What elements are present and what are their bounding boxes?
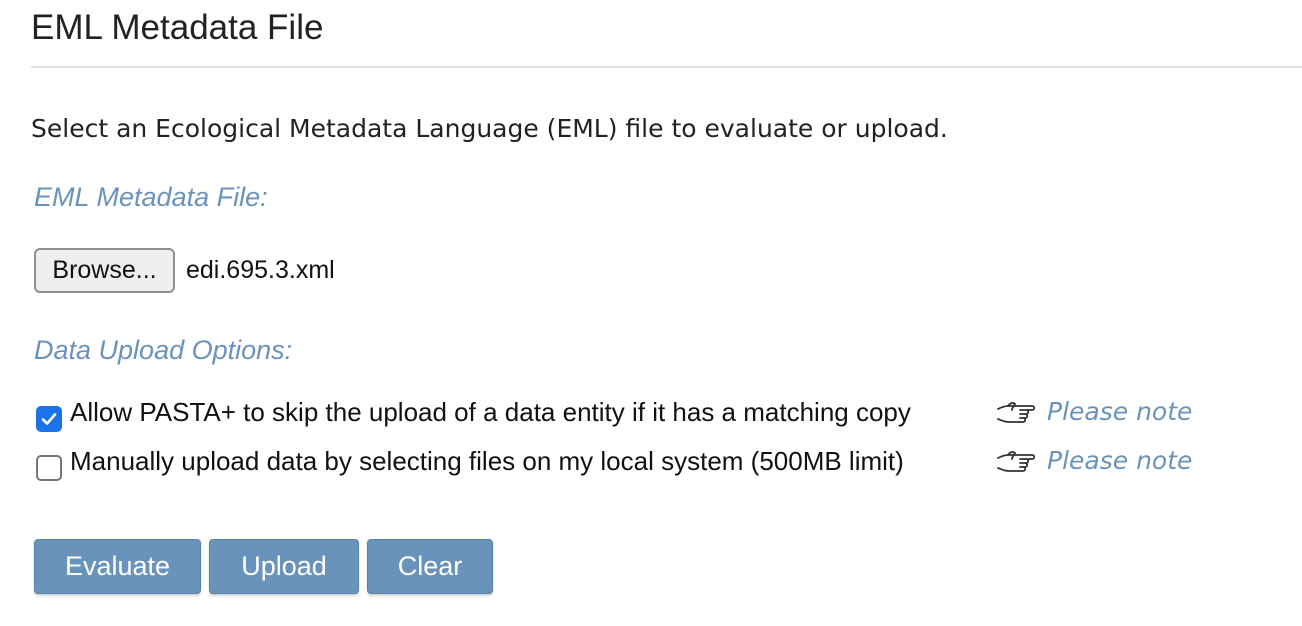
checkmark-icon	[41, 413, 57, 425]
skip-matching-copy-checkbox[interactable]	[36, 406, 62, 432]
please-note-link[interactable]: Please note	[1047, 397, 1192, 426]
manual-upload-label: Manually upload data by selecting files …	[70, 446, 904, 476]
pointing-hand-icon	[996, 450, 1042, 483]
clear-button[interactable]: Clear	[367, 539, 493, 594]
manual-upload-checkbox[interactable]	[36, 455, 62, 481]
evaluate-button[interactable]: Evaluate	[34, 539, 201, 594]
please-note-link[interactable]: Please note	[1047, 446, 1192, 475]
browse-button[interactable]: Browse...	[34, 248, 175, 293]
options-section-heading: Data Upload Options:	[34, 335, 293, 365]
pointing-hand-icon	[996, 401, 1042, 434]
selected-file-name: edi.695.3.xml	[186, 256, 335, 284]
skip-matching-copy-label: Allow PASTA+ to skip the upload of a dat…	[70, 397, 911, 427]
page-title: EML Metadata File	[31, 8, 324, 47]
upload-button[interactable]: Upload	[209, 539, 359, 594]
intro-text: Select an Ecological Metadata Language (…	[31, 114, 948, 143]
title-divider	[31, 66, 1302, 68]
eml-upload-page: EML Metadata File Select an Ecological M…	[0, 0, 1302, 626]
file-section-heading: EML Metadata File:	[34, 182, 268, 212]
